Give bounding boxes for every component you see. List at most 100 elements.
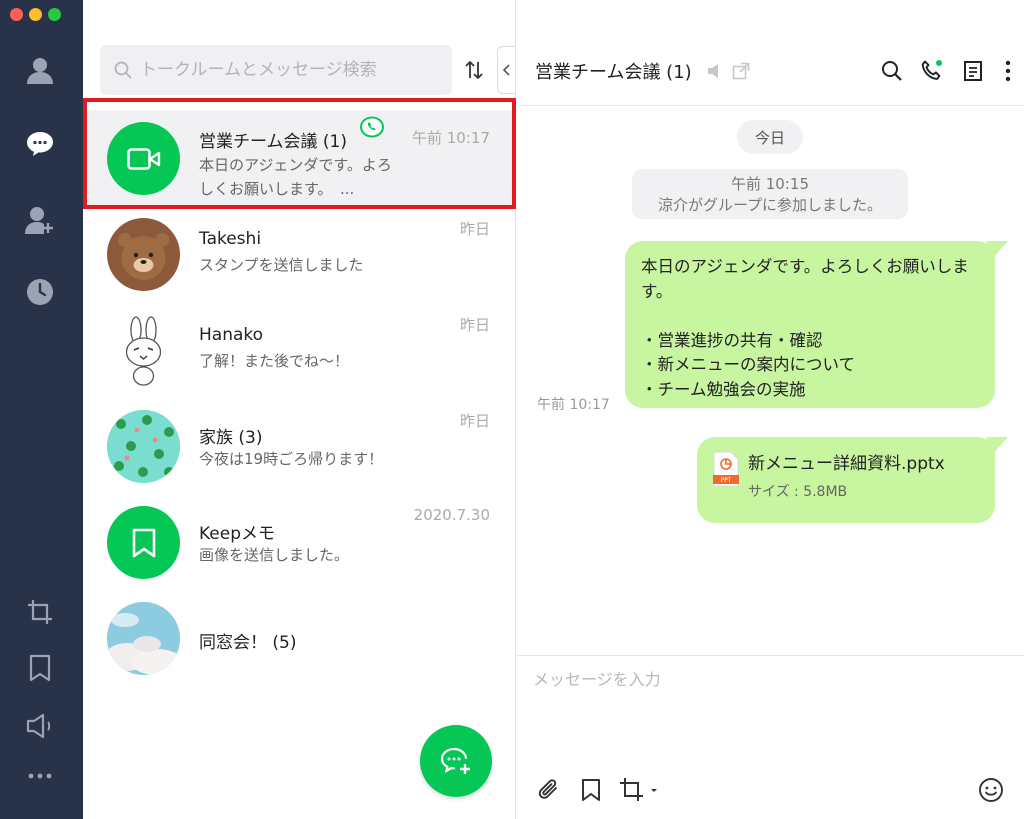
person-icon [27, 58, 53, 84]
search-icon [882, 61, 902, 81]
screenshot-button[interactable] [617, 776, 661, 804]
chat-preview: 今夜は19時ごろ帰ります！ [199, 450, 384, 468]
call-in-progress-icon [360, 116, 384, 138]
bear-character-icon [118, 233, 169, 280]
search-input[interactable] [140, 60, 440, 80]
speaker-icon [26, 713, 51, 739]
add-friend-icon [25, 207, 53, 234]
keep-nav-button[interactable] [20, 648, 60, 688]
chevron-left-icon [502, 64, 510, 76]
avatar [107, 314, 180, 387]
chat-time: 午前 10:17 [412, 129, 490, 147]
search-icon [114, 61, 132, 79]
crop-icon [620, 778, 657, 801]
chat-preview: スタンプを送信しました [199, 256, 364, 274]
system-message: 午前 10:15 涼介がグループに参加しました。 [632, 169, 908, 219]
chat-time: 2020.7.30 [413, 506, 490, 524]
chat-time: 昨日 [459, 412, 490, 430]
date-separator: 今日 [737, 120, 803, 154]
file-size: サイズ : 5.8MB [748, 484, 848, 500]
chat-time: 昨日 [459, 220, 490, 238]
notes-button[interactable] [960, 58, 986, 84]
left-rail [0, 0, 83, 819]
chat-name: Hanako [199, 325, 264, 345]
avatar [107, 410, 180, 483]
chat-search-button[interactable] [879, 58, 905, 84]
chat-item-sales-meeting[interactable]: 営業チーム会議 (1) 本日のアジェンダです。よろしくお願いします。 ... 午… [83, 110, 516, 206]
avatar [107, 218, 180, 291]
file-message-bubble[interactable]: PPT 新メニュー詳細資料.pptx サイズ : 5.8MB [697, 437, 995, 523]
chat-name: 家族 (3) [199, 428, 263, 448]
keep-save-button[interactable] [577, 776, 605, 804]
notes-icon [964, 61, 982, 81]
chat-item-keep-memo[interactable]: Keepメモ 画像を送信しました。 2020.7.30 [83, 494, 516, 590]
more-dots-icon [28, 773, 52, 779]
chat-name: Takeshi [199, 229, 262, 249]
screenshot-nav-button[interactable] [20, 592, 60, 632]
crop-icon [28, 600, 52, 624]
phone-icon [921, 60, 942, 80]
system-message-time: 午前 10:15 [731, 175, 809, 193]
more-vertical-icon [1005, 60, 1011, 82]
frog-pattern-icon [107, 410, 180, 483]
call-button[interactable] [919, 58, 945, 84]
sort-arrows-icon [465, 61, 483, 79]
chats-nav-button[interactable] [20, 124, 60, 164]
bookmark-icon [132, 528, 155, 557]
chat-name: 同窓会！ (5) [199, 633, 297, 653]
avatar [107, 122, 180, 195]
close-window-button[interactable] [10, 8, 23, 21]
friends-nav-button[interactable] [20, 50, 60, 90]
file-name: 新メニュー詳細資料.pptx [748, 454, 945, 474]
message-composer [517, 655, 1024, 819]
popout-button[interactable] [728, 58, 754, 84]
announcement-nav-button[interactable] [20, 706, 60, 746]
window-controls [10, 8, 61, 21]
chat-header: 営業チーム会議 (1) [517, 0, 1024, 106]
chat-name: Keepメモ [199, 524, 276, 544]
paperclip-icon [538, 779, 557, 799]
attach-file-button[interactable] [535, 776, 563, 804]
sort-button[interactable] [461, 57, 487, 83]
pptx-file-icon: PPT [713, 451, 739, 487]
minimize-window-button[interactable] [29, 8, 42, 21]
external-window-icon [732, 62, 750, 80]
bookmark-icon [29, 654, 51, 682]
chat-list-pane: 営業チーム会議 (1) 本日のアジェンダです。よろしくお願いします。 ... 午… [83, 0, 516, 819]
more-menu-button[interactable] [995, 58, 1021, 84]
file-type-badge: PPT [721, 477, 732, 484]
bubble-tail [986, 437, 1008, 455]
search-box[interactable] [100, 45, 452, 95]
message-input[interactable] [533, 666, 1003, 746]
chat-preview: 了解！また後でね～！ [199, 352, 350, 370]
message-bubble[interactable]: 本日のアジェンダです。よろしくお願いします。 ・営業進捗の共有・確認 ・新メニュ… [625, 241, 995, 408]
add-friend-nav-button[interactable] [20, 200, 60, 240]
chat-name: 営業チーム会議 (1) [199, 132, 347, 152]
new-chat-icon [440, 747, 470, 774]
avatar [107, 506, 180, 579]
chat-preview: 本日のアジェンダです。よろしくお願いします。 ... [199, 156, 392, 198]
new-chat-button[interactable] [420, 725, 492, 797]
chat-room-title: 営業チーム会議 (1) [535, 62, 692, 83]
zoom-window-button[interactable] [48, 8, 61, 21]
chat-room-pane: 営業チーム会議 (1) 今日 午前 10:15 涼介がグループに参加しました。 … [517, 0, 1024, 819]
timeline-nav-button[interactable] [20, 272, 60, 312]
collapse-list-button[interactable] [497, 46, 515, 94]
chat-item-takeshi[interactable]: Takeshi スタンプを送信しました 昨日 [83, 206, 516, 302]
more-nav-button[interactable] [20, 756, 60, 796]
chat-item-family[interactable]: 家族 (3) 今夜は19時ごろ帰ります！ 昨日 [83, 398, 516, 494]
chat-item-hanako[interactable]: Hanako 了解！また後でね～！ 昨日 [83, 302, 516, 398]
chat-preview: 画像を送信しました。 [199, 546, 350, 564]
sky-photo-icon [107, 602, 180, 675]
emoji-button[interactable] [977, 776, 1005, 804]
speaker-muted-icon [708, 64, 718, 78]
chat-bubble-icon [27, 132, 53, 156]
avatar [107, 602, 180, 675]
bookmark-icon [582, 779, 600, 801]
clock-icon [27, 279, 53, 305]
chat-item-alumni[interactable]: 同窓会！ (5) [83, 590, 516, 686]
mute-indicator [703, 58, 729, 84]
system-message-text: 涼介がグループに参加しました。 [657, 196, 883, 214]
line-app-window: 営業チーム会議 (1) 本日のアジェンダです。よろしくお願いします。 ... 午… [0, 0, 1024, 819]
message-time: 午前 10:17 [537, 397, 610, 413]
